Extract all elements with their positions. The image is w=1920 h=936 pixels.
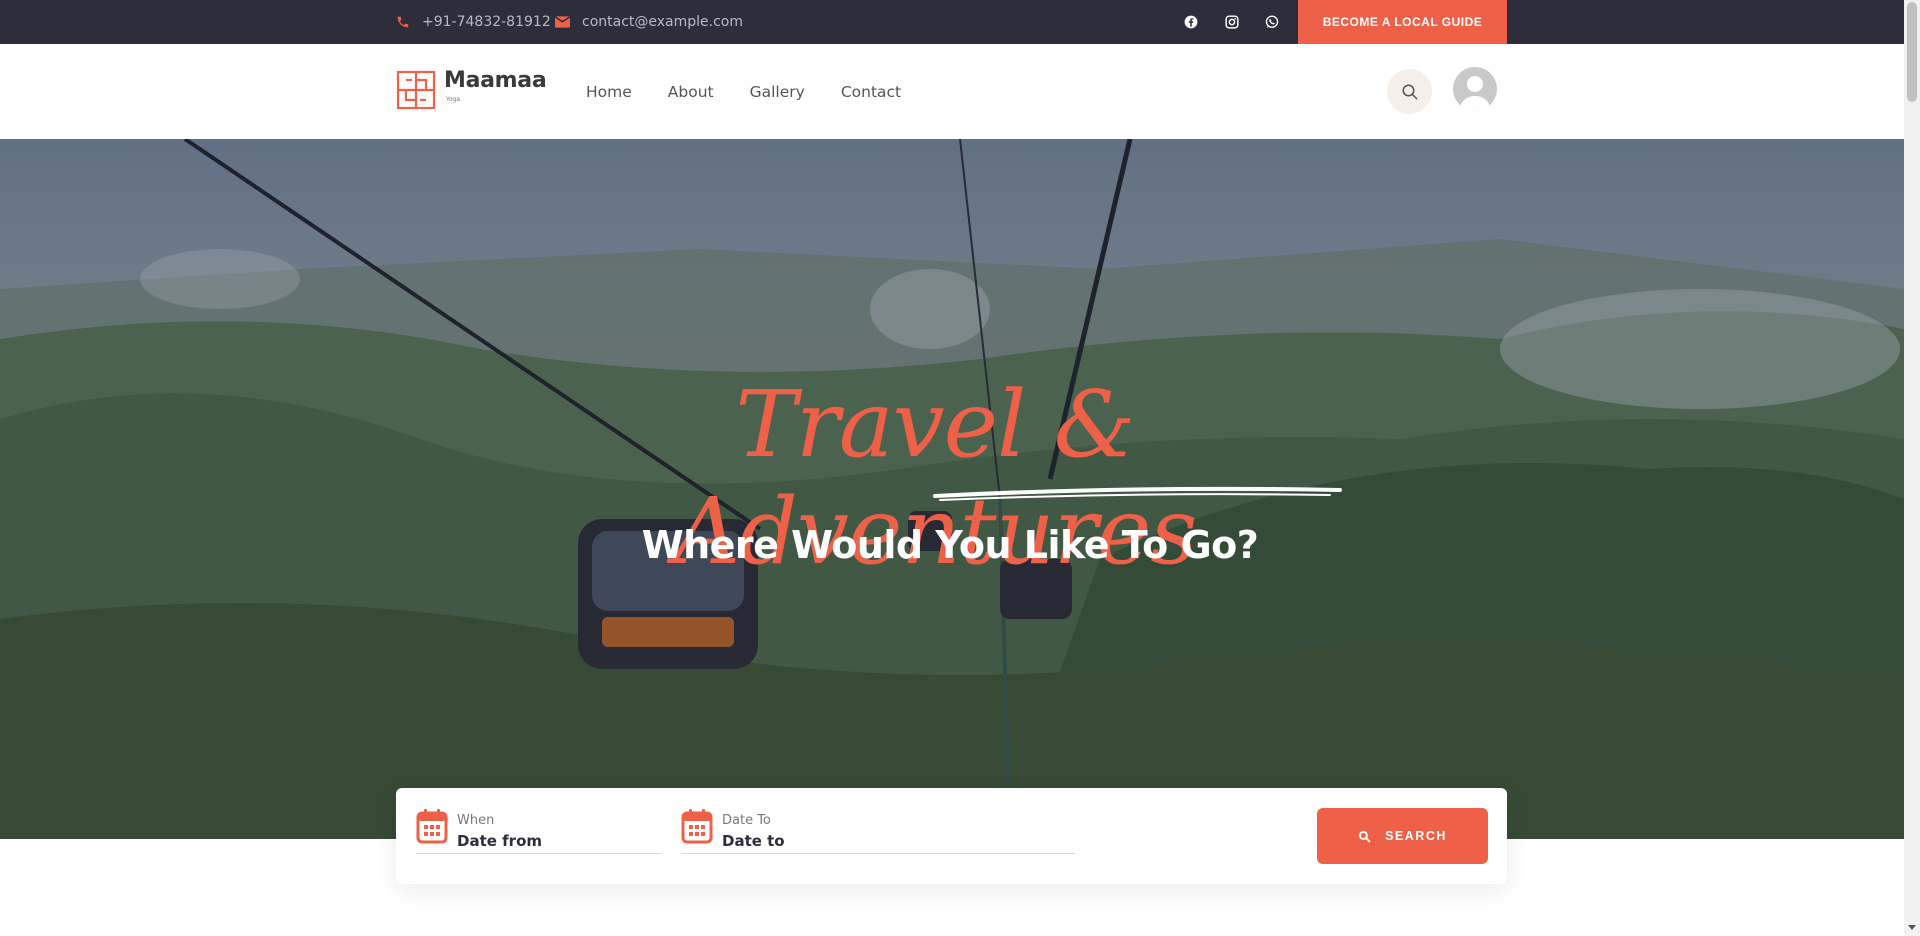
nav-about[interactable]: About — [668, 83, 714, 101]
search-button[interactable]: SEARCH — [1317, 808, 1488, 864]
nav-home[interactable]: Home — [586, 83, 632, 101]
main-nav: Home About Gallery Contact — [586, 44, 937, 139]
scroll-down-arrow-icon[interactable] — [1908, 925, 1916, 930]
hero-subtitle: Where Would You Like To Go? — [641, 523, 1259, 567]
calendar-icon — [681, 809, 713, 844]
logo[interactable]: Maamaa Yoga — [396, 68, 547, 110]
date-to-value: Date to — [722, 832, 785, 850]
email-address: contact@example.com — [582, 14, 743, 30]
date-to-label: Date To — [722, 813, 771, 828]
phone-number: +91-74832-81912 — [422, 14, 551, 30]
user-icon — [1453, 67, 1497, 111]
instagram-icon[interactable] — [1221, 11, 1243, 33]
page-scrollbar[interactable] — [1904, 0, 1920, 936]
search-toggle-button[interactable] — [1387, 69, 1432, 114]
main-header: Maamaa Yoga Home About Gallery Contact — [0, 44, 1904, 139]
email-contact[interactable]: contact@example.com — [555, 0, 743, 44]
logo-mark-icon — [396, 70, 436, 110]
nav-contact[interactable]: Contact — [841, 83, 901, 101]
phone-contact[interactable]: +91-74832-81912 — [396, 0, 551, 44]
title-underline-swash — [933, 486, 1342, 501]
top-bar: +91-74832-81912 contact@example.com BECO… — [0, 0, 1904, 44]
logo-name: Maamaa — [444, 68, 547, 93]
date-from-label: When — [457, 813, 495, 828]
search-icon — [1402, 84, 1417, 99]
date-search-panel: When Date from Date To Date to SEARCH — [396, 788, 1507, 884]
date-from-value: Date from — [457, 832, 542, 850]
user-avatar[interactable] — [1453, 67, 1497, 111]
date-from-field[interactable]: When Date from — [416, 808, 661, 854]
nav-gallery[interactable]: Gallery — [750, 83, 805, 101]
scrollbar-thumb[interactable] — [1907, 2, 1917, 102]
logo-subtitle: Yoga — [446, 96, 461, 103]
date-to-field[interactable]: Date To Date to — [681, 808, 1075, 854]
phone-icon — [397, 16, 409, 28]
search-icon — [1359, 830, 1371, 842]
facebook-icon[interactable] — [1180, 11, 1202, 33]
search-button-label: SEARCH — [1385, 829, 1447, 843]
envelope-icon — [555, 16, 570, 28]
calendar-icon — [416, 809, 448, 844]
hero-banner: Travel & Adventures Where Would You Like… — [0, 139, 1904, 839]
become-local-guide-button[interactable]: BECOME A LOCAL GUIDE — [1298, 0, 1507, 44]
whatsapp-icon[interactable] — [1261, 11, 1283, 33]
